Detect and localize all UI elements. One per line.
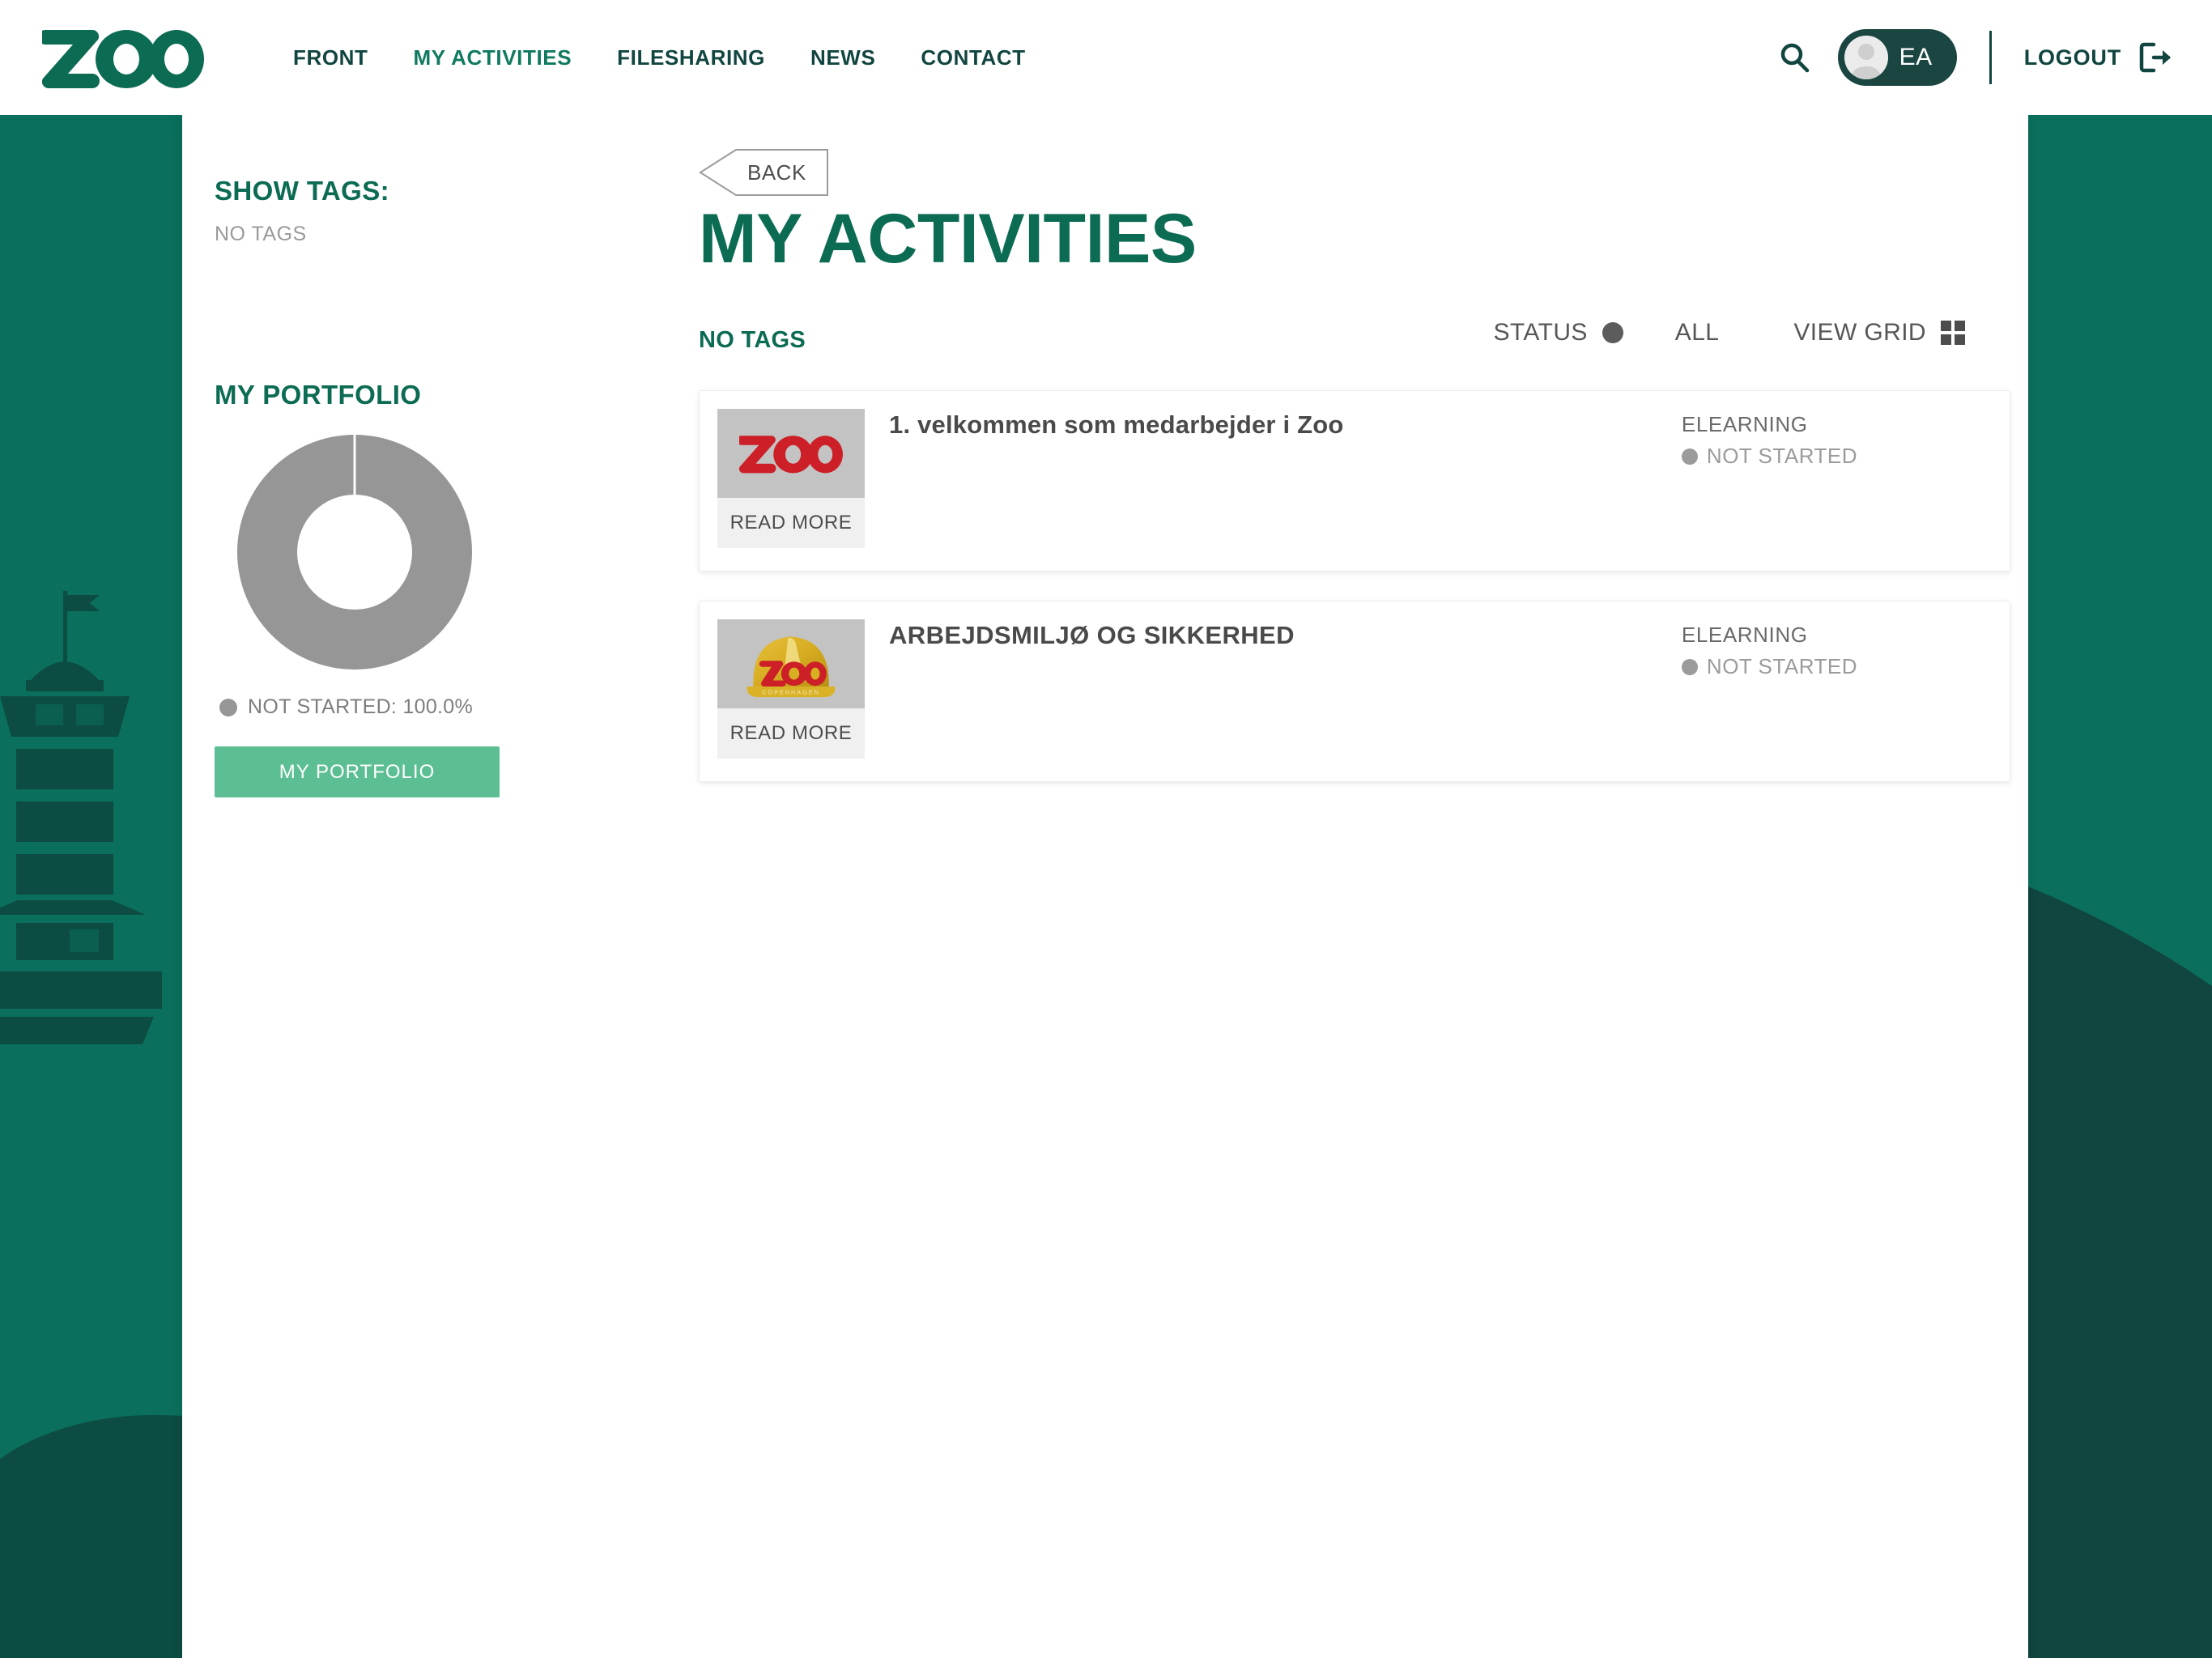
main-no-tags-label: NO TAGS <box>699 327 806 353</box>
svg-text:COPENHAGEN: COPENHAGEN <box>762 688 820 695</box>
card-state: NOT STARTED <box>1681 654 1857 679</box>
card-thumb-column: READ MORE <box>717 409 865 571</box>
card-thumbnail: COPENHAGEN <box>717 619 865 708</box>
nav-item-filesharing[interactable]: FILESHARING <box>594 37 788 79</box>
sidebar: SHOW TAGS: NO TAGS MY PORTFOLIO NOT STAR… <box>215 176 506 797</box>
card-thumbnail <box>717 409 865 498</box>
my-portfolio-button[interactable]: MY PORTFOLIO <box>215 746 500 797</box>
main-content: BACK MY ACTIVITIES NO TAGS STATUS ALL VI… <box>514 115 2028 1658</box>
avatar <box>1844 36 1888 79</box>
show-tags-title: SHOW TAGS: <box>215 176 390 206</box>
activity-card[interactable]: COPENHAGEN READ MORE ARBEJDSMILJØ OG SIK… <box>699 601 2010 782</box>
lighthouse-decoration-icon <box>0 591 162 1044</box>
read-more-button[interactable]: READ MORE <box>717 498 865 548</box>
back-button[interactable]: BACK <box>699 149 828 196</box>
legend-label-not-started: NOT STARTED: 100.0% <box>248 695 474 718</box>
view-grid-label: VIEW GRID <box>1793 319 1926 346</box>
user-avatar-icon <box>1844 36 1888 79</box>
read-more-button[interactable]: READ MORE <box>717 708 865 759</box>
back-label: BACK <box>747 160 806 185</box>
search-icon <box>1780 43 1809 73</box>
portfolio-donut-chart <box>237 435 472 670</box>
card-state: NOT STARTED <box>1681 444 1857 469</box>
content-panel: SHOW TAGS: NO TAGS MY PORTFOLIO NOT STAR… <box>182 115 2028 1658</box>
status-badge: NOT STARTED <box>1706 444 1857 468</box>
card-type-label: ELEARNING <box>1681 412 1808 436</box>
card-title: 1. velkommen som medarbejder i Zoo <box>889 410 1344 439</box>
filter-row: NO TAGS STATUS ALL VIEW GRID <box>699 319 2010 368</box>
filter-controls: STATUS ALL VIEW GRID <box>1494 319 1965 346</box>
status-filter[interactable]: STATUS <box>1494 319 1623 346</box>
donut-legend: NOT STARTED: 100.0% <box>219 695 506 719</box>
header-right-controls: EA LOGOUT <box>1772 29 2212 86</box>
top-header: FRONT MY ACTIVITIES FILESHARING NEWS CON… <box>0 0 2212 115</box>
my-portfolio-title: MY PORTFOLIO <box>215 380 422 410</box>
zoo-logo-thumbnail-icon <box>739 436 843 474</box>
logout-icon <box>2139 42 2171 73</box>
card-type-label: ELEARNING <box>1681 623 1808 647</box>
status-badge-dot <box>1681 658 1698 675</box>
zoo-logo-icon <box>42 29 204 89</box>
activity-card[interactable]: READ MORE 1. velkommen som medarbejder i… <box>699 390 2010 572</box>
hardhat-zoo-thumbnail-icon: COPENHAGEN <box>747 636 836 698</box>
header-divider <box>1989 31 1992 84</box>
grid-view-icon <box>1941 321 1965 345</box>
nav-item-my-activities[interactable]: MY ACTIVITIES <box>391 37 595 79</box>
legend-dot-not-started <box>219 698 237 716</box>
all-filter[interactable]: ALL <box>1675 319 1720 346</box>
card-status-block: ELEARNING NOT STARTED <box>1681 623 1857 679</box>
status-dot-icon <box>1602 322 1623 343</box>
view-grid-toggle[interactable]: VIEW GRID <box>1793 319 1965 346</box>
status-badge-dot <box>1681 448 1698 465</box>
card-thumb-column: COPENHAGEN READ MORE <box>717 619 865 781</box>
all-filter-label: ALL <box>1674 319 1720 346</box>
user-menu-button[interactable]: EA <box>1837 29 1957 86</box>
nav-item-contact[interactable]: CONTACT <box>898 37 1048 79</box>
logout-label: LOGOUT <box>2023 45 2121 70</box>
status-filter-label: STATUS <box>1493 319 1588 346</box>
card-title: ARBEJDSMILJØ OG SIKKERHED <box>889 621 1295 649</box>
user-initials: EA <box>1899 44 1933 70</box>
zoo-logo[interactable] <box>42 19 204 96</box>
activity-list: READ MORE 1. velkommen som medarbejder i… <box>699 390 2010 811</box>
nav-item-news[interactable]: NEWS <box>788 37 898 79</box>
page-title: MY ACTIVITIES <box>699 200 1197 278</box>
card-status-block: ELEARNING NOT STARTED <box>1681 412 1857 469</box>
status-badge: NOT STARTED <box>1706 654 1857 678</box>
search-button[interactable] <box>1772 35 1817 80</box>
sidebar-no-tags-label: NO TAGS <box>215 223 307 245</box>
donut-seam <box>353 435 356 495</box>
nav-item-front[interactable]: FRONT <box>270 37 391 79</box>
main-navigation: FRONT MY ACTIVITIES FILESHARING NEWS CON… <box>270 37 1049 79</box>
logout-button[interactable]: LOGOUT <box>2024 42 2173 73</box>
